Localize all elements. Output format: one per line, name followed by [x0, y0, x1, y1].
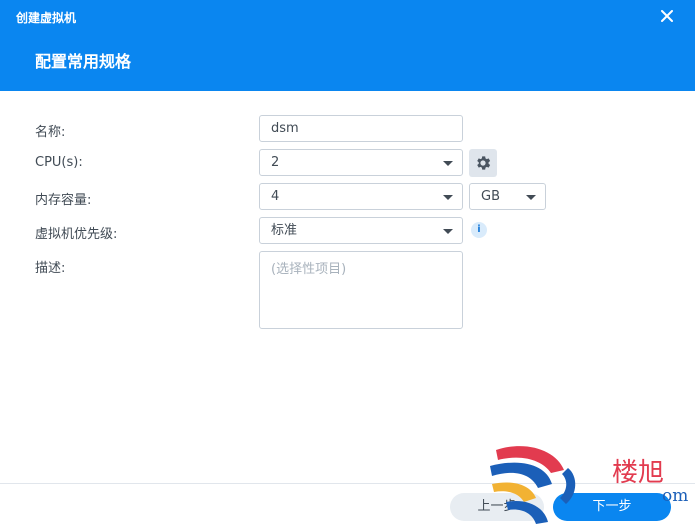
chevron-down-icon: [443, 195, 453, 200]
create-vm-dialog: 创建虚拟机 配置常用规格 名称: dsm CPU(s): 2 内存容量: 4 G…: [0, 0, 695, 526]
description-textarea[interactable]: (选择性项目): [259, 251, 463, 329]
info-icon[interactable]: i: [471, 222, 487, 238]
previous-button[interactable]: 上一步: [450, 493, 544, 521]
memory-unit-select[interactable]: GB: [469, 183, 546, 210]
memory-label: 内存容量:: [35, 193, 92, 208]
gear-icon: [477, 156, 491, 170]
memory-size-value: 4: [271, 189, 280, 204]
dialog-header: 创建虚拟机 配置常用规格: [0, 0, 695, 91]
description-placeholder: (选择性项目): [271, 262, 347, 277]
memory-size-select[interactable]: 4: [259, 183, 463, 210]
chevron-down-icon: [443, 229, 453, 234]
priority-label: 虚拟机优先级:: [35, 227, 118, 242]
close-button[interactable]: [657, 6, 677, 26]
memory-unit-value: GB: [481, 189, 500, 204]
priority-select-value: 标准: [271, 223, 298, 238]
priority-select[interactable]: 标准: [259, 217, 463, 244]
next-button[interactable]: 下一步: [553, 493, 671, 521]
name-input[interactable]: dsm: [259, 115, 463, 142]
window-title: 创建虚拟机: [16, 11, 77, 25]
chevron-down-icon: [526, 195, 536, 200]
cpu-label: CPU(s):: [35, 155, 83, 170]
close-icon: [661, 10, 673, 22]
footer-divider: [0, 483, 695, 484]
chevron-down-icon: [443, 161, 453, 166]
name-label: 名称:: [35, 125, 66, 140]
description-label: 描述:: [35, 261, 66, 276]
step-title: 配置常用规格: [35, 52, 132, 71]
cpu-select[interactable]: 2: [259, 149, 463, 176]
name-input-value: dsm: [271, 121, 299, 136]
cpu-settings-button[interactable]: [469, 149, 497, 177]
cpu-select-value: 2: [271, 155, 280, 170]
